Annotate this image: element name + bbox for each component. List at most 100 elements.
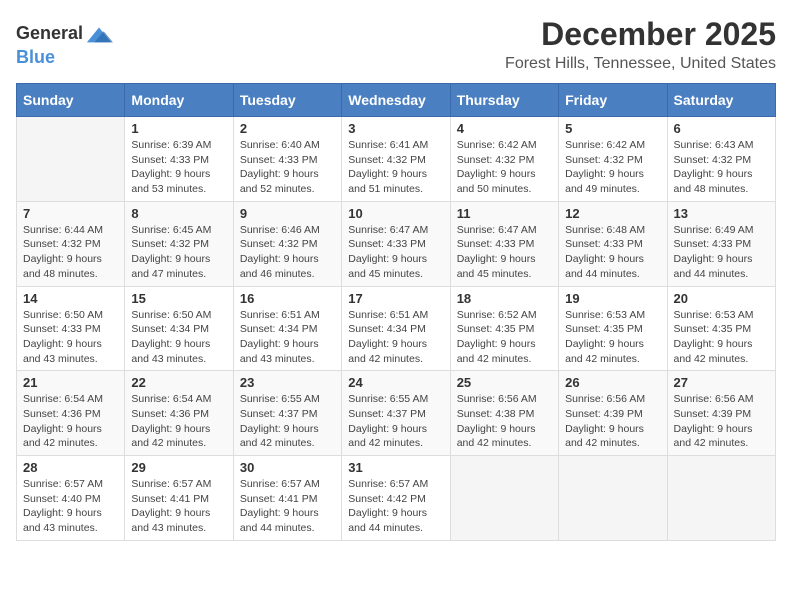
- calendar-table: SundayMondayTuesdayWednesdayThursdayFrid…: [16, 83, 776, 541]
- day-info: Sunrise: 6:53 AMSunset: 4:35 PMDaylight:…: [674, 308, 769, 367]
- day-info: Sunrise: 6:57 AMSunset: 4:40 PMDaylight:…: [23, 477, 118, 536]
- day-info: Sunrise: 6:56 AMSunset: 4:39 PMDaylight:…: [674, 392, 769, 451]
- day-info: Sunrise: 6:57 AMSunset: 4:41 PMDaylight:…: [131, 477, 226, 536]
- calendar-cell: 15Sunrise: 6:50 AMSunset: 4:34 PMDayligh…: [125, 286, 233, 371]
- day-number: 29: [131, 460, 226, 475]
- day-info: Sunrise: 6:56 AMSunset: 4:38 PMDaylight:…: [457, 392, 552, 451]
- day-info: Sunrise: 6:55 AMSunset: 4:37 PMDaylight:…: [240, 392, 335, 451]
- calendar-cell: 27 Sunrise: 6:56 AMSunset: 4:39 PMDayligh…: [667, 371, 775, 456]
- day-number: 25: [457, 375, 552, 390]
- calendar-cell: 9Sunrise: 6:46 AMSunset: 4:32 PMDaylight…: [233, 201, 341, 286]
- day-number: 5: [565, 121, 660, 136]
- day-number: 13: [674, 206, 769, 221]
- day-info: Sunrise: 6:56 AMSunset: 4:39 PMDaylight:…: [565, 392, 660, 451]
- calendar-cell: 25 Sunrise: 6:56 AMSunset: 4:38 PMDayligh…: [450, 371, 558, 456]
- day-number: 24: [348, 375, 443, 390]
- calendar-cell: 5Sunrise: 6:42 AMSunset: 4:32 PMDaylight…: [559, 117, 667, 202]
- title-section: December 2025 Forest Hills, Tennessee, U…: [505, 16, 776, 73]
- calendar-cell: 29 Sunrise: 6:57 AMSunset: 4:41 PMDayligh…: [125, 456, 233, 541]
- calendar-cell: 21 Sunrise: 6:54 AMSunset: 4:36 PMDayligh…: [17, 371, 125, 456]
- calendar-week-row: 14Sunrise: 6:50 AMSunset: 4:33 PMDayligh…: [17, 286, 776, 371]
- day-number: 6: [674, 121, 769, 136]
- day-info: Sunrise: 6:50 AMSunset: 4:34 PMDaylight:…: [131, 308, 226, 367]
- day-info: Sunrise: 6:51 AMSunset: 4:34 PMDaylight:…: [240, 308, 335, 367]
- calendar-cell: 7 Sunrise: 6:44 AMSunset: 4:32 PMDaylight…: [17, 201, 125, 286]
- calendar-cell: 2 Sunrise: 6:40 AMSunset: 4:33 PMDaylight…: [233, 117, 341, 202]
- calendar-cell: 20 Sunrise: 6:53 AMSunset: 4:35 PMDayligh…: [667, 286, 775, 371]
- calendar-week-row: 21 Sunrise: 6:54 AMSunset: 4:36 PMDayligh…: [17, 371, 776, 456]
- calendar-col-thursday: Thursday: [450, 84, 558, 117]
- day-info: Sunrise: 6:46 AMSunset: 4:32 PMDaylight:…: [240, 223, 335, 282]
- day-info: Sunrise: 6:57 AMSunset: 4:41 PMDaylight:…: [240, 477, 335, 536]
- day-number: 11: [457, 206, 552, 221]
- calendar-cell: [667, 456, 775, 541]
- day-number: 30: [240, 460, 335, 475]
- day-info: Sunrise: 6:53 AMSunset: 4:35 PMDaylight:…: [565, 308, 660, 367]
- day-info: Sunrise: 6:40 AMSunset: 4:33 PMDaylight:…: [240, 138, 335, 197]
- calendar-cell: 3 Sunrise: 6:41 AMSunset: 4:32 PMDaylight…: [342, 117, 450, 202]
- day-number: 27: [674, 375, 769, 390]
- calendar-cell: 11 Sunrise: 6:47 AMSunset: 4:33 PMDayligh…: [450, 201, 558, 286]
- day-number: 26: [565, 375, 660, 390]
- day-number: 12: [565, 206, 660, 221]
- calendar-cell: 26 Sunrise: 6:56 AMSunset: 4:39 PMDayligh…: [559, 371, 667, 456]
- logo: General Blue: [16, 20, 113, 68]
- calendar-col-saturday: Saturday: [667, 84, 775, 117]
- calendar-cell: [17, 117, 125, 202]
- calendar-cell: 6 Sunrise: 6:43 AMSunset: 4:32 PMDaylight…: [667, 117, 775, 202]
- page-header: General Blue December 2025 Forest Hills,…: [16, 16, 776, 73]
- day-info: Sunrise: 6:54 AMSunset: 4:36 PMDaylight:…: [23, 392, 118, 451]
- calendar-cell: 24 Sunrise: 6:55 AMSunset: 4:37 PMDayligh…: [342, 371, 450, 456]
- day-info: Sunrise: 6:41 AMSunset: 4:32 PMDaylight:…: [348, 138, 443, 197]
- day-info: Sunrise: 6:43 AMSunset: 4:32 PMDaylight:…: [674, 138, 769, 197]
- day-number: 20: [674, 291, 769, 306]
- day-number: 22: [131, 375, 226, 390]
- day-info: Sunrise: 6:45 AMSunset: 4:32 PMDaylight:…: [131, 223, 226, 282]
- day-number: 23: [240, 375, 335, 390]
- calendar-cell: 10 Sunrise: 6:47 AMSunset: 4:33 PMDayligh…: [342, 201, 450, 286]
- day-info: Sunrise: 6:47 AMSunset: 4:33 PMDaylight:…: [457, 223, 552, 282]
- day-number: 4: [457, 121, 552, 136]
- calendar-cell: 17Sunrise: 6:51 AMSunset: 4:34 PMDayligh…: [342, 286, 450, 371]
- calendar-cell: 28 Sunrise: 6:57 AMSunset: 4:40 PMDayligh…: [17, 456, 125, 541]
- calendar-cell: 16Sunrise: 6:51 AMSunset: 4:34 PMDayligh…: [233, 286, 341, 371]
- location-title: Forest Hills, Tennessee, United States: [505, 55, 776, 73]
- day-info: Sunrise: 6:39 AMSunset: 4:33 PMDaylight:…: [131, 138, 226, 197]
- logo-text-general: General: [16, 24, 83, 44]
- day-info: Sunrise: 6:52 AMSunset: 4:35 PMDaylight:…: [457, 308, 552, 367]
- day-number: 8: [131, 206, 226, 221]
- calendar-cell: 8 Sunrise: 6:45 AMSunset: 4:32 PMDaylight…: [125, 201, 233, 286]
- calendar-week-row: 7 Sunrise: 6:44 AMSunset: 4:32 PMDaylight…: [17, 201, 776, 286]
- day-number: 3: [348, 121, 443, 136]
- day-number: 7: [23, 206, 118, 221]
- day-info: Sunrise: 6:48 AMSunset: 4:33 PMDaylight:…: [565, 223, 660, 282]
- day-info: Sunrise: 6:44 AMSunset: 4:32 PMDaylight:…: [23, 223, 118, 282]
- day-info: Sunrise: 6:42 AMSunset: 4:32 PMDaylight:…: [457, 138, 552, 197]
- day-info: Sunrise: 6:47 AMSunset: 4:33 PMDaylight:…: [348, 223, 443, 282]
- day-number: 10: [348, 206, 443, 221]
- calendar-cell: [559, 456, 667, 541]
- calendar-col-tuesday: Tuesday: [233, 84, 341, 117]
- calendar-cell: 1Sunrise: 6:39 AMSunset: 4:33 PMDaylight…: [125, 117, 233, 202]
- calendar-col-friday: Friday: [559, 84, 667, 117]
- logo-text-blue: Blue: [16, 47, 55, 67]
- calendar-cell: 19Sunrise: 6:53 AMSunset: 4:35 PMDayligh…: [559, 286, 667, 371]
- calendar-cell: 23 Sunrise: 6:55 AMSunset: 4:37 PMDayligh…: [233, 371, 341, 456]
- day-number: 21: [23, 375, 118, 390]
- day-info: Sunrise: 6:51 AMSunset: 4:34 PMDaylight:…: [348, 308, 443, 367]
- day-info: Sunrise: 6:49 AMSunset: 4:33 PMDaylight:…: [674, 223, 769, 282]
- calendar-cell: 4 Sunrise: 6:42 AMSunset: 4:32 PMDaylight…: [450, 117, 558, 202]
- day-info: Sunrise: 6:50 AMSunset: 4:33 PMDaylight:…: [23, 308, 118, 367]
- day-info: Sunrise: 6:55 AMSunset: 4:37 PMDaylight:…: [348, 392, 443, 451]
- calendar-cell: 12 Sunrise: 6:48 AMSunset: 4:33 PMDayligh…: [559, 201, 667, 286]
- day-number: 28: [23, 460, 118, 475]
- month-title: December 2025: [505, 16, 776, 53]
- calendar-cell: 22 Sunrise: 6:54 AMSunset: 4:36 PMDayligh…: [125, 371, 233, 456]
- calendar-cell: 31Sunrise: 6:57 AMSunset: 4:42 PMDayligh…: [342, 456, 450, 541]
- calendar-col-sunday: Sunday: [17, 84, 125, 117]
- calendar-week-row: 1Sunrise: 6:39 AMSunset: 4:33 PMDaylight…: [17, 117, 776, 202]
- calendar-cell: [450, 456, 558, 541]
- day-number: 2: [240, 121, 335, 136]
- logo-icon: [85, 20, 113, 48]
- day-info: Sunrise: 6:54 AMSunset: 4:36 PMDaylight:…: [131, 392, 226, 451]
